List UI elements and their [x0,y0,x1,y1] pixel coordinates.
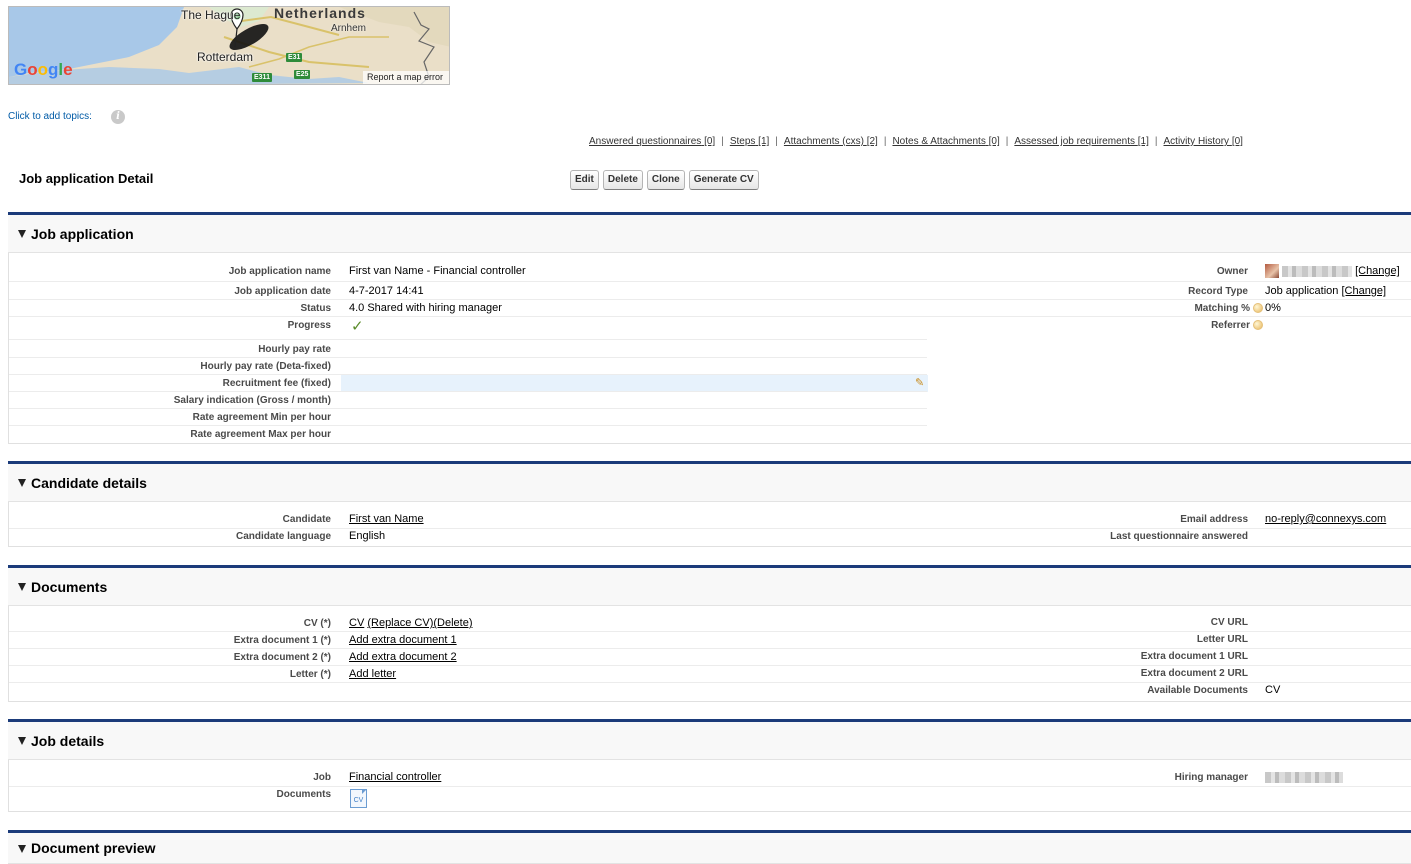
section-header-candidate-details[interactable]: Candidate details [8,464,1411,502]
owner-change-link[interactable]: [Change] [1355,265,1400,277]
pencil-icon[interactable]: ✎ [915,376,924,389]
field-label: Rate agreement Max per hour [190,429,331,440]
section-title: Job details [31,732,105,749]
map-city-rotterdam: Rotterdam [197,50,254,64]
report-map-error-link[interactable]: Report a map error [362,71,449,84]
hiring-manager-redacted [1265,771,1343,783]
field-label: Documents [276,789,331,800]
field-label: Owner [1216,266,1248,277]
field-label: Record Type [1188,286,1248,297]
field-label: Matching % [1194,303,1250,314]
section-body-job-application: Job application name First van Name - Fi… [8,253,1411,444]
owner-avatar [1265,264,1279,279]
info-icon[interactable]: i [111,110,125,124]
field-label: Referrer [1211,320,1250,331]
field-label: Letter URL [1196,634,1248,645]
field-label: Hourly pay rate (Deta-fixed) [200,361,331,372]
section-header-document-preview[interactable]: Document preview [8,833,1411,864]
field-label: Hourly pay rate [258,344,331,355]
help-icon[interactable] [1253,320,1263,331]
matching-percent-value: 0% [1265,302,1281,314]
field-label: Extra document 1 URL [1140,651,1248,662]
section-title: Job application [31,225,134,242]
clone-button[interactable]: Clone [646,170,685,190]
collapse-triangle-icon[interactable] [18,737,26,745]
separator: | [1154,136,1158,147]
link-answered-questionnaires[interactable]: Answered questionnaires [0] [589,136,715,147]
record-type-change-link[interactable]: [Change] [1341,285,1386,297]
section-job-details: Job details Job Financial controller Doc… [8,719,1411,812]
owner-value: [Change] [1265,263,1400,280]
collapse-triangle-icon[interactable] [18,230,26,238]
field-label: Available Documents [1147,685,1248,696]
separator: | [721,136,724,147]
field-label: Hiring manager [1174,772,1248,783]
collapse-triangle-icon[interactable] [18,844,26,853]
record-type-value: Job application [Change] [1265,285,1387,297]
section-header-job-details[interactable]: Job details [8,722,1411,760]
section-header-job-application[interactable]: Job application [8,215,1411,253]
cv-document-icon[interactable]: CV [350,789,367,808]
field-label: CV URL [1210,617,1248,628]
generate-cv-button[interactable]: Generate CV [688,170,759,190]
section-body-candidate: Candidate First van Name Candidate langu… [8,502,1411,547]
section-candidate-details: Candidate details Candidate First van Na… [8,461,1411,547]
page-title: Job application Detail [19,171,154,186]
field-label: Salary indication (Gross / month) [173,395,331,406]
field-label: Recruitment fee (fixed) [222,378,331,389]
field-label: Last questionnaire answered [1110,531,1248,542]
section-title: Candidate details [31,474,147,491]
link-steps[interactable]: Steps [1] [730,136,769,147]
section-title: Document preview [31,840,156,856]
map-city-arnhem: Arnhem [331,23,367,34]
link-attachments-cxs[interactable]: Attachments (cxs) [2] [784,136,878,147]
detail-button-bar: Edit Delete Clone Generate CV [570,170,759,190]
map-country-label: Netherlands [274,6,366,21]
owner-name-redacted [1282,265,1352,277]
hiring-manager-value [1265,769,1343,786]
separator: | [775,136,778,147]
section-documents: Documents CV (*) CV (Replace CV)(Delete)… [8,565,1411,702]
section-body-documents: CV (*) CV (Replace CV)(Delete) Extra doc… [8,606,1411,702]
collapse-triangle-icon[interactable] [18,479,26,487]
related-list-links: Answered questionnaires [0] | Steps [1] | At… [589,136,1243,147]
separator: | [1005,136,1009,147]
section-job-application: Job application Job application name Fir… [8,212,1411,444]
field-label: Rate agreement Min per hour [192,412,331,423]
link-assessed-job-requirements[interactable]: Assessed job requirements [1] [1014,136,1149,147]
edit-button[interactable]: Edit [570,170,599,190]
location-map[interactable]: Netherlands The Hague Rotterdam Arnhem E… [8,6,450,85]
map-road-e311: E311 [252,73,272,82]
add-topics-link[interactable]: Click to add topics: [8,111,92,122]
section-header-documents[interactable]: Documents [8,568,1411,606]
separator: | [883,136,887,147]
recruitment-fee-inline-edit[interactable] [341,375,928,392]
section-title: Documents [31,578,108,595]
collapse-triangle-icon[interactable] [18,583,26,591]
section-document-preview: Document preview [8,830,1411,864]
section-body-job-details: Job Financial controller Documents CV Hi… [8,760,1411,812]
help-icon[interactable] [1253,303,1263,314]
map-road-e31: E31 [286,53,303,62]
available-documents-value: CV [1265,684,1281,696]
delete-button[interactable]: Delete [602,170,643,190]
field-label: Email address [1180,514,1248,525]
google-logo[interactable]: Google [14,60,73,80]
link-notes-attachments[interactable]: Notes & Attachments [0] [892,136,999,147]
email-link[interactable]: no-reply@connexys.com [1265,511,1386,528]
field-label: Extra document 2 URL [1140,668,1248,679]
link-activity-history[interactable]: Activity History [0] [1164,136,1243,147]
map-road-e25: E25 [294,70,311,79]
map-city-the-hague: The Hague [181,8,241,22]
